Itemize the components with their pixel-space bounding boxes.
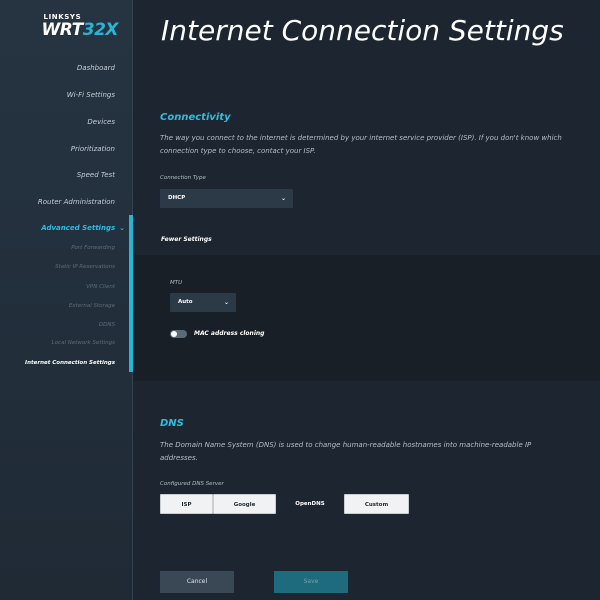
logo-model: WRT32X — [41, 20, 119, 40]
page-title: Internet Connection Settings — [161, 14, 564, 47]
chevron-down-icon: ⌄ — [223, 299, 229, 306]
active-section-indicator — [129, 215, 133, 372]
fewer-settings-link[interactable]: Fewer Settings — [161, 236, 212, 243]
sidebar-subitem-external-storage[interactable]: External Storage — [69, 303, 115, 309]
sidebar-item-advanced-settings[interactable]: Advanced Settings ⌄ — [41, 224, 125, 232]
connection-type-select[interactable]: DHCP ⌄ — [160, 189, 293, 208]
logo-model-suffix: 32X — [82, 20, 119, 40]
sidebar-subitem-static-ip-reservations[interactable]: Static IP Reservations — [55, 264, 115, 270]
sidebar-item-router-administration[interactable]: Router Administration — [38, 198, 115, 206]
logo-model-prefix: WRT — [41, 20, 84, 40]
sidebar-item-prioritization[interactable]: Prioritization — [71, 145, 115, 153]
sidebar-subitem-internet-connection-settings[interactable]: Internet Connection Settings — [25, 360, 115, 366]
dns-description: The Domain Name System (DNS) is used to … — [160, 441, 532, 462]
mac-cloning-label: MAC address cloning — [194, 330, 265, 337]
chevron-down-icon: ⌄ — [119, 224, 125, 232]
sidebar-subitem-ddns[interactable]: DDNS — [99, 322, 115, 328]
sidebar-item-wifi-settings[interactable]: Wi-Fi Settings — [67, 91, 115, 99]
dns-option-custom[interactable]: Custom — [344, 494, 409, 514]
mac-cloning-toggle[interactable] — [170, 330, 187, 338]
toggle-knob — [171, 331, 177, 337]
sidebar-item-devices[interactable]: Devices — [87, 118, 115, 126]
advanced-connection-panel: MTU Auto ⌄ MAC address cloning — [134, 255, 600, 381]
connectivity-description: The way you connect to the internet is d… — [160, 134, 562, 155]
sidebar-subitem-vpn-client[interactable]: VPN Client — [86, 284, 115, 290]
dns-section-title: DNS — [160, 418, 184, 429]
sidebar-item-speed-test[interactable]: Speed Test — [77, 171, 115, 179]
sidebar-item-dashboard[interactable]: Dashboard — [77, 64, 115, 72]
sidebar-subitem-port-forwarding[interactable]: Port Forwarding — [71, 245, 115, 251]
mtu-value: Auto — [178, 299, 193, 305]
cancel-button[interactable]: Cancel — [160, 571, 234, 593]
configured-dns-label: Configured DNS Server — [160, 481, 224, 487]
dns-option-isp[interactable]: ISP — [160, 494, 213, 514]
mtu-label: MTU — [170, 280, 183, 286]
connectivity-section-title: Connectivity — [160, 112, 231, 123]
connection-type-label: Connection Type — [160, 175, 206, 181]
sidebar-subitem-local-network-settings[interactable]: Local Network Settings — [52, 340, 115, 346]
sidebar-item-advanced-settings-label: Advanced Settings — [41, 224, 116, 232]
dns-option-google[interactable]: Google — [213, 494, 276, 514]
mtu-select[interactable]: Auto ⌄ — [170, 293, 236, 312]
save-button[interactable]: Save — [274, 571, 348, 593]
dns-option-opendns[interactable]: OpenDNS — [276, 494, 344, 514]
sidebar: LINKSYS WRT32X Dashboard Wi-Fi Settings … — [0, 0, 133, 600]
chevron-down-icon: ⌄ — [280, 195, 286, 202]
connection-type-value: DHCP — [168, 195, 186, 201]
linksys-logo: LINKSYS WRT32X — [41, 13, 119, 40]
main-content: Internet Connection Settings Connectivit… — [134, 0, 600, 600]
